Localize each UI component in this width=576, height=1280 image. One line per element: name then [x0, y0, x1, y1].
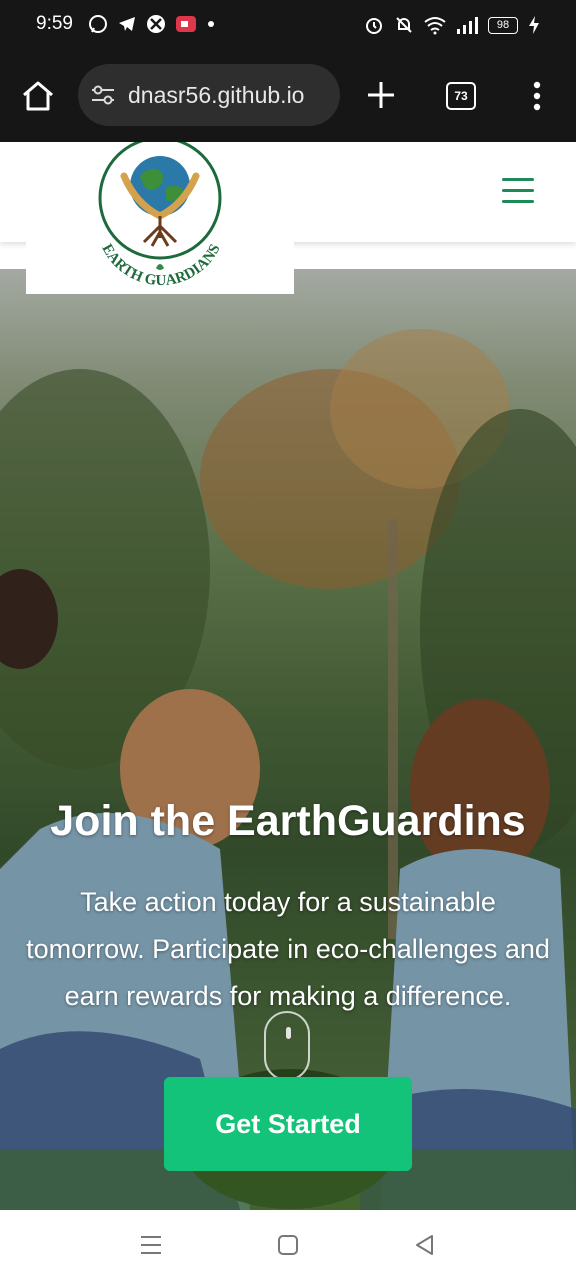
scroll-mouse-icon — [264, 1011, 310, 1081]
earth-guardians-logo-icon: EARTH GUARDIANS — [98, 142, 224, 289]
status-bar: 9:59 98 — [0, 0, 576, 52]
site-logo[interactable]: EARTH GUARDIANS EARTH GUARDIANS — [26, 142, 294, 294]
new-tab-icon[interactable] — [364, 78, 398, 112]
system-icons: 98 — [364, 15, 540, 35]
signal-icon — [457, 17, 478, 34]
home-nav-icon[interactable] — [275, 1232, 301, 1258]
alarm-icon — [366, 18, 382, 34]
more-notifications-dot-icon — [208, 21, 214, 27]
telegram-icon — [119, 17, 135, 31]
home-icon[interactable] — [20, 78, 56, 114]
hero-subtitle: Take action today for a sustainable tomo… — [26, 887, 550, 1011]
hero-section: Join the EarthGuardins Take action today… — [0, 269, 576, 1210]
battery-icon: 98 — [488, 16, 518, 34]
site-settings-icon[interactable] — [90, 85, 116, 105]
web-page: EARTH GUARDIANS EARTH GUARDIANS Join the… — [0, 142, 576, 1210]
get-started-button[interactable]: Get Started — [164, 1077, 412, 1171]
overflow-menu-icon[interactable] — [530, 80, 544, 112]
url-text[interactable]: dnasr56.github.io — [128, 82, 333, 109]
recent-apps-icon[interactable] — [138, 1232, 164, 1258]
notification-icons — [88, 14, 216, 34]
tab-switcher-button[interactable]: 73 — [446, 82, 476, 110]
xbox-icon — [147, 15, 165, 33]
system-navigation-bar — [0, 1210, 576, 1280]
charging-icon — [529, 16, 539, 34]
hamburger-menu-icon[interactable] — [502, 178, 534, 204]
clock: 9:59 — [36, 13, 73, 34]
screen-recorder-icon — [176, 16, 196, 32]
wifi-icon — [424, 17, 446, 35]
address-bar[interactable]: dnasr56.github.io — [78, 64, 340, 126]
mute-icon — [396, 17, 412, 33]
back-icon[interactable] — [412, 1232, 438, 1258]
hero-title: Join the EarthGuardins — [50, 797, 526, 845]
whatsapp-icon — [89, 15, 107, 33]
browser-toolbar: dnasr56.github.io 73 — [0, 52, 576, 142]
